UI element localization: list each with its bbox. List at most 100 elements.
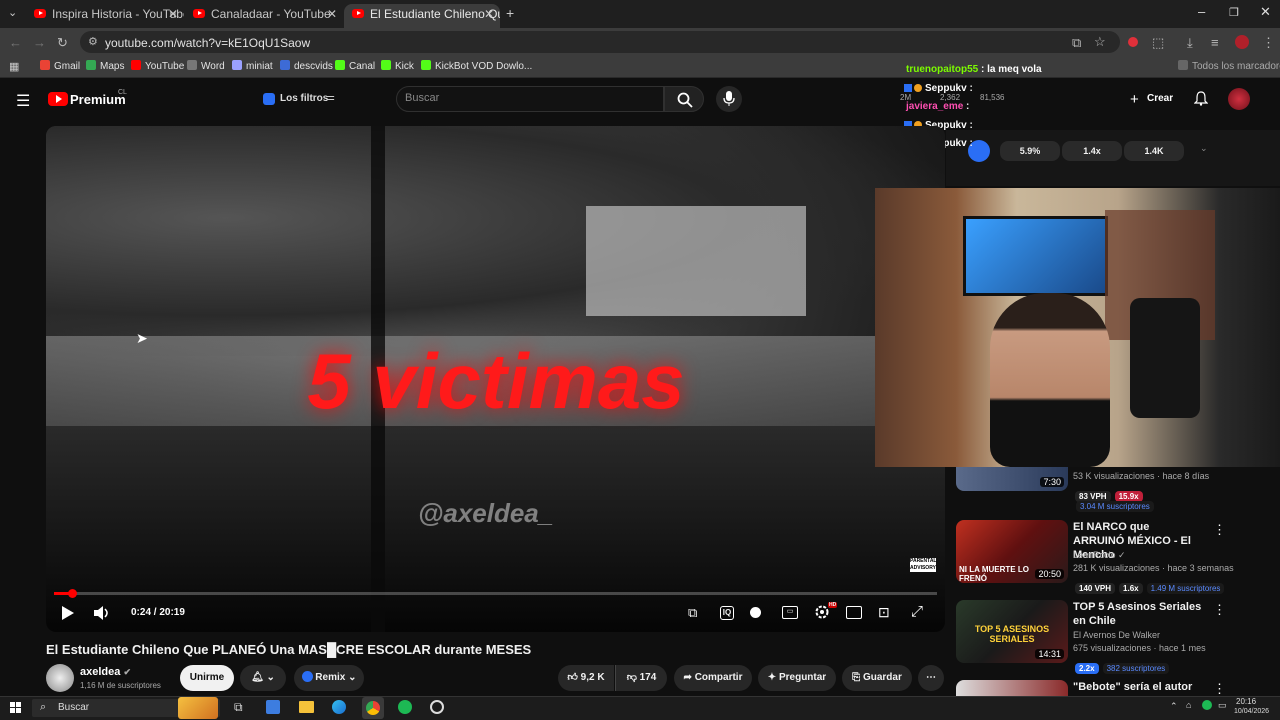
bookmark-miniat[interactable]: miniat <box>232 60 273 72</box>
microsoft-store-icon[interactable] <box>266 700 280 714</box>
search-placeholder: Buscar <box>405 92 440 104</box>
file-explorer-icon[interactable] <box>299 701 314 713</box>
new-tab-icon[interactable]: + <box>506 5 514 21</box>
sidebar-channel[interactable]: El Avernos De Walker <box>1073 630 1160 640</box>
voice-search-button[interactable] <box>716 86 742 112</box>
bookmark-youtube[interactable]: YouTube <box>131 60 184 72</box>
bookmark-word[interactable]: Word <box>187 60 225 72</box>
stats-expand-icon[interactable]: ⌄ <box>1200 143 1208 154</box>
task-view-icon[interactable]: ⧉ <box>234 700 243 715</box>
sidebar-video-title[interactable]: TOP 5 Asesinos Seriales en Chile <box>1073 600 1203 628</box>
search-icon <box>677 92 693 108</box>
bookmark-kickbot[interactable]: KickBot VOD Dowlo... <box>421 60 532 72</box>
close-window-icon[interactable]: ✕ <box>1260 4 1271 20</box>
youtube-logo-icon[interactable] <box>48 92 68 106</box>
cast-icon[interactable]: ⊡ <box>878 604 890 621</box>
media-control-icon[interactable]: ≡ <box>1211 35 1219 50</box>
sidebar-thumbnail[interactable]: TOP 5 ASESINOS SERIALES 14:31 <box>956 600 1068 663</box>
profile-avatar[interactable] <box>1235 35 1249 49</box>
tab-inspira-historia[interactable]: Inspira Historia - YouTube ✕ <box>26 4 184 28</box>
remix-button[interactable]: Remix ⌄ <box>294 665 364 691</box>
close-tab-icon[interactable]: ✕ <box>327 4 337 24</box>
tray-network-icon[interactable]: ⌂ <box>1186 700 1191 710</box>
back-icon[interactable]: ← <box>9 35 22 50</box>
clock-time[interactable]: 20:16 <box>1236 697 1256 706</box>
minimize-icon[interactable]: – <box>1198 4 1205 19</box>
progress-scrubber[interactable] <box>68 589 77 598</box>
video-player[interactable]: 5 victimas @axeldea_ PARENTAL ADVISORY 0… <box>46 126 945 632</box>
theater-mode-icon[interactable] <box>846 606 862 619</box>
save-button[interactable]: ⎘ Guardar <box>842 665 912 691</box>
tray-display-icon[interactable]: ▭ <box>1218 700 1227 711</box>
chevron-down-icon: ⌄ <box>348 672 357 683</box>
channel-name[interactable]: axeldea ✔ <box>80 666 131 678</box>
sidebar-thumbnail[interactable] <box>956 680 1068 696</box>
chrome-menu-icon[interactable]: ⋮ <box>1262 35 1275 51</box>
sidebar-more-icon[interactable]: ⋮ <box>1213 522 1226 538</box>
windows-start-icon[interactable] <box>10 702 22 714</box>
dislike-button[interactable]: 👎︎ 174 <box>615 665 667 691</box>
install-app-icon[interactable]: ⧉ <box>1072 35 1081 51</box>
create-button[interactable]: Crear <box>1147 93 1173 104</box>
progress-bar-track[interactable] <box>54 592 937 595</box>
sidebar-more-icon[interactable]: ⋮ <box>1213 681 1226 697</box>
download-icon[interactable]: ⤓ <box>1187 35 1193 51</box>
filters-button[interactable]: Los filtros <box>280 93 328 104</box>
sidebar-channel[interactable]: LeanRccio ✓ <box>1073 550 1126 561</box>
ask-button[interactable]: ✦ Preguntar <box>758 665 836 691</box>
site-info-icon[interactable]: ⚙ <box>88 35 98 48</box>
chevron-down-icon: ⌄ <box>266 672 275 683</box>
autoplay-toggle-icon[interactable] <box>750 607 761 618</box>
bell-icon: 🔔︎ <box>251 672 264 683</box>
bookmark-star-icon[interactable]: ☆ <box>1094 34 1106 50</box>
join-button[interactable]: Unirme <box>180 665 234 691</box>
hamburger-menu-icon[interactable]: ☰ <box>16 91 30 111</box>
bookmark-kick[interactable]: Kick <box>381 60 414 72</box>
all-bookmarks[interactable]: Todos los marcadores <box>1178 60 1280 72</box>
apps-grid-icon[interactable]: ▦ <box>9 60 19 73</box>
bookmark-maps[interactable]: Maps <box>86 60 124 72</box>
obs-icon[interactable] <box>430 700 444 714</box>
share-button[interactable]: ➦ Compartir <box>674 665 752 691</box>
more-actions-button[interactable]: ⋯ <box>918 665 944 691</box>
extensions-icon[interactable]: ⬚ <box>1152 35 1164 51</box>
sidebar-thumbnail[interactable]: 7:30 <box>956 467 1068 491</box>
spotify-icon[interactable] <box>398 700 412 714</box>
channel-avatar[interactable] <box>46 664 74 692</box>
play-icon[interactable] <box>62 606 74 620</box>
forward-icon[interactable]: → <box>33 35 46 50</box>
create-plus-icon[interactable]: + <box>1130 91 1139 108</box>
edge-icon[interactable] <box>332 700 346 714</box>
search-button[interactable] <box>664 86 704 112</box>
close-tab-icon[interactable]: ✕ <box>168 4 178 24</box>
sparkle-icon: ✦ <box>767 672 777 683</box>
reload-icon[interactable]: ↻ <box>57 35 68 51</box>
tray-app-icon[interactable] <box>1202 700 1212 710</box>
sidebar-thumbnail[interactable]: NI LA MUERTE LO FRENÓ 20:50 <box>956 520 1068 583</box>
filter-extension-icon <box>263 93 275 105</box>
filters-sliders-icon[interactable]: ⚌ <box>326 92 335 103</box>
volume-icon[interactable] <box>94 606 110 620</box>
tray-chevron-icon[interactable]: ⌃ <box>1170 701 1178 712</box>
clock-date[interactable]: 10/04/2026 <box>1234 708 1269 715</box>
tab-canaladaar[interactable]: Canaladaar - YouTube ✕ <box>185 4 343 28</box>
notifications-bell-icon[interactable] <box>1194 91 1208 106</box>
subtitles-icon[interactable]: ▭ <box>782 606 798 619</box>
bookmark-descvids[interactable]: descvids <box>280 60 333 72</box>
fullscreen-icon[interactable]: ⤢ <box>911 603 923 620</box>
subscribe-notifications-button[interactable]: 🔔︎ ⌄ <box>240 665 286 691</box>
miniplayer-icon[interactable]: ⧉ <box>688 605 697 621</box>
tab-search-chevron-icon[interactable]: ⌄ <box>8 6 17 19</box>
record-extension-icon[interactable] <box>1128 37 1138 47</box>
url-text[interactable]: youtube.com/watch?v=kE1OqU1Saow <box>105 36 310 50</box>
tab-el-estudiante[interactable]: El Estudiante Chileno Que PLA ✕ <box>344 4 500 28</box>
sidebar-more-icon[interactable]: ⋮ <box>1213 602 1226 618</box>
close-tab-icon[interactable]: ✕ <box>484 4 494 24</box>
bookmark-canal[interactable]: Canal <box>335 60 375 72</box>
extension-iq-icon[interactable]: IQ <box>720 606 734 620</box>
bookmark-gmail[interactable]: Gmail <box>40 60 80 72</box>
chrome-taskbar-active[interactable] <box>362 697 384 719</box>
like-button[interactable]: 👍︎ 9,2 K <box>558 665 614 691</box>
account-avatar[interactable] <box>1228 88 1250 110</box>
restore-icon[interactable]: ❐ <box>1229 6 1239 19</box>
